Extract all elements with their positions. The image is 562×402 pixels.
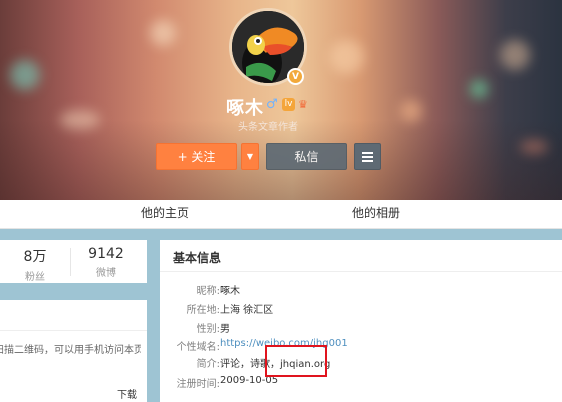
highlight-annotation-box: [265, 345, 327, 377]
more-menu-button[interactable]: [354, 143, 381, 170]
weibo-label: 微博: [96, 268, 116, 279]
tab-album[interactable]: 他的相册: [352, 200, 400, 229]
fans-stat[interactable]: 8万 粉丝: [0, 246, 70, 283]
qr-card: 扫描二维码，可以用手机访问本页 下载: [0, 300, 147, 402]
vip-icon[interactable]: ♛: [298, 98, 312, 111]
info-row-gender: 性别: 男: [196, 324, 230, 335]
download-link[interactable]: 下载: [117, 386, 137, 401]
weibo-count: 9142: [88, 246, 124, 262]
level-icon[interactable]: lv: [282, 98, 295, 111]
profile-banner: V 啄木 ♂ lv ♛ 头条文章作者 + 关注 ▼ 私信: [0, 0, 562, 200]
male-icon: ♂: [266, 97, 278, 112]
basic-info-card: 基本信息 昵称: 啄木 所在地: 上海 徐汇区 性别: 男 个性域名: http…: [160, 240, 562, 402]
profile-name: 啄木: [226, 98, 264, 119]
basic-info-title: 基本信息: [173, 251, 222, 265]
stats-card: 8万 粉丝 9142 微博: [0, 240, 147, 283]
follow-button[interactable]: + 关注: [156, 143, 237, 170]
qr-description: 扫描二维码，可以用手机访问本页: [0, 345, 141, 356]
profile-nav: 他的主页 他的相册: [0, 200, 562, 229]
verified-badge-icon: V: [287, 68, 304, 85]
hamburger-icon: [362, 151, 373, 154]
tab-home[interactable]: 他的主页: [141, 200, 189, 229]
info-row-registered: 注册时间: 2009-10-05: [176, 375, 279, 390]
weibo-stat[interactable]: 9142 微博: [71, 246, 141, 279]
profile-subtitle: 头条文章作者: [238, 122, 298, 133]
info-row-location: 所在地: 上海 徐汇区: [186, 305, 274, 316]
message-button[interactable]: 私信: [266, 143, 347, 170]
follow-dropdown-button[interactable]: ▼: [241, 143, 259, 170]
info-row-intro: 简介: 评论，诗歌，jhqian.org: [196, 359, 331, 370]
fans-label: 粉丝: [25, 272, 45, 283]
info-row-domain: 个性域名: https://weibo.com/jhg001: [176, 338, 348, 353]
fans-count: 8万: [23, 249, 47, 265]
info-row-nickname: 昵称: 啄木: [196, 286, 240, 297]
